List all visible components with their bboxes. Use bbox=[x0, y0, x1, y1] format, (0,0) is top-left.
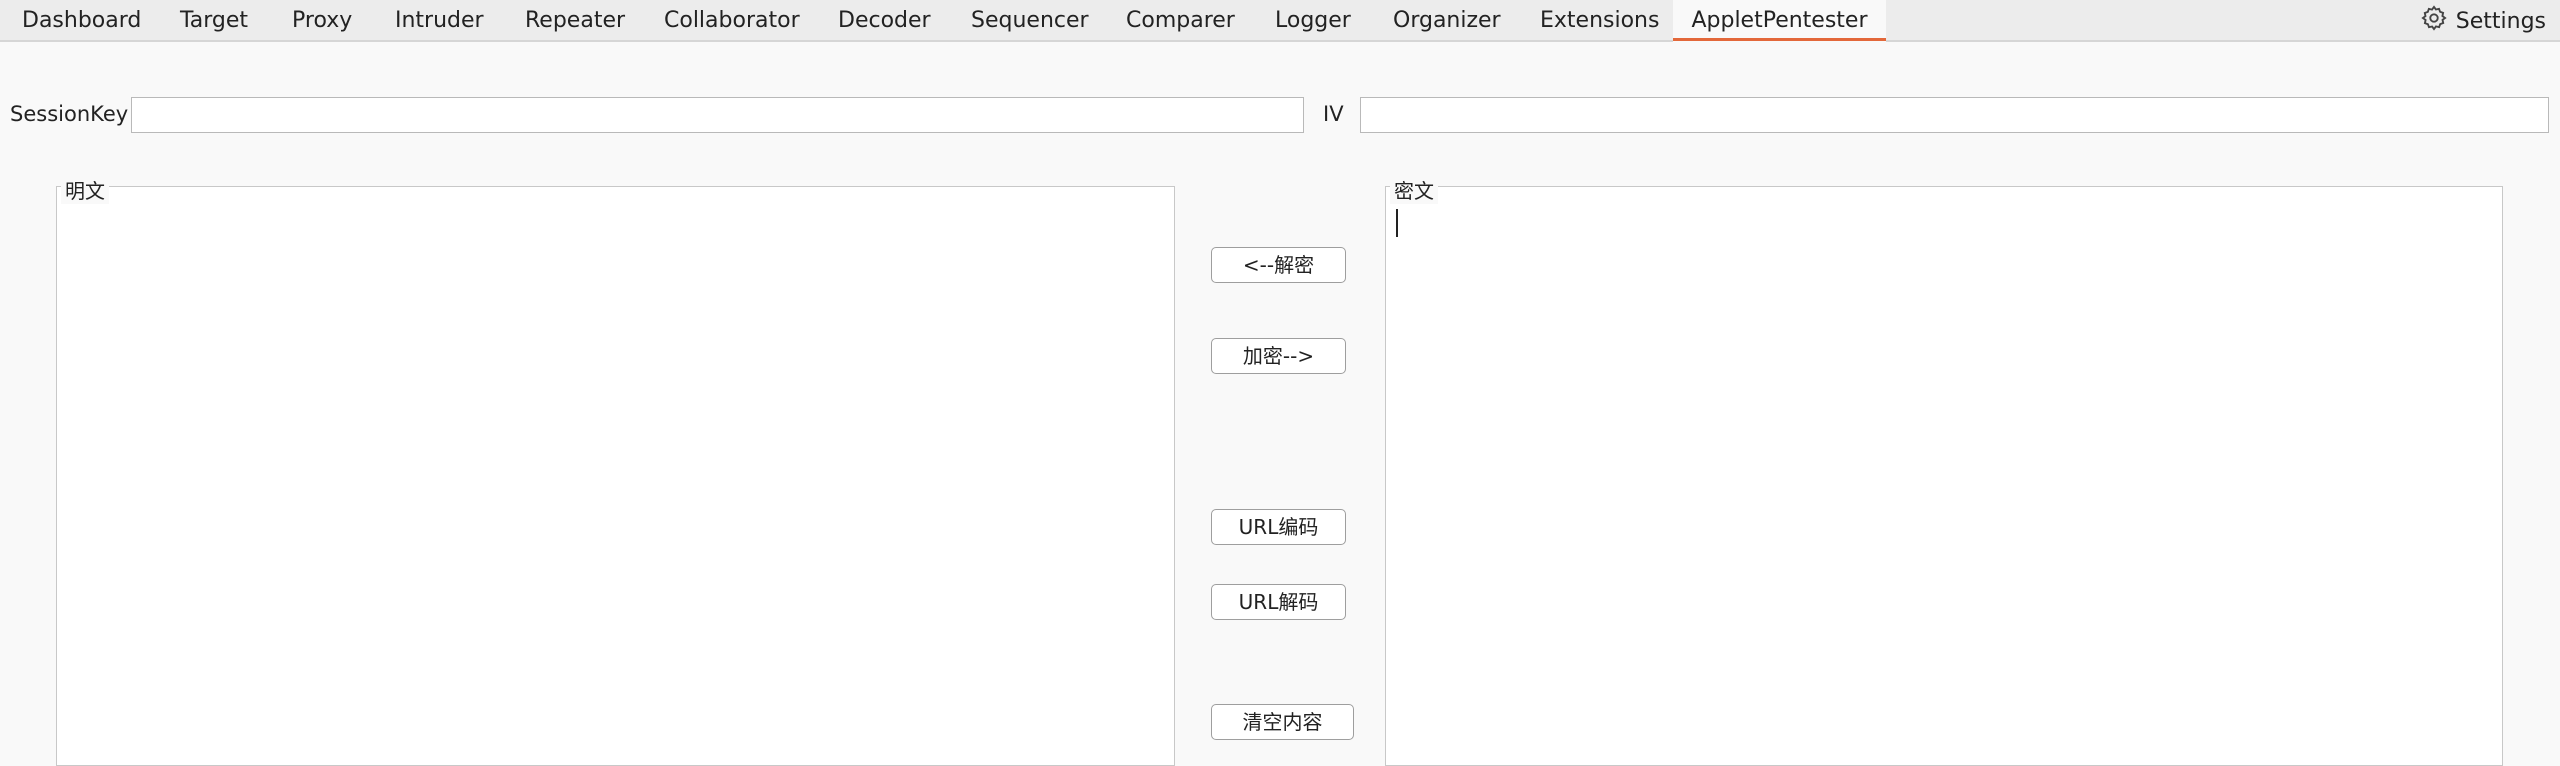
tab-bar: Dashboard Target Proxy Intruder Repeater… bbox=[0, 0, 2560, 42]
tab-logger[interactable]: Logger bbox=[1275, 0, 1351, 42]
url-decode-button[interactable]: URL解码 bbox=[1211, 584, 1346, 620]
settings-button[interactable]: Settings bbox=[2420, 0, 2546, 42]
tab-sequencer[interactable]: Sequencer bbox=[971, 0, 1089, 42]
gear-icon bbox=[2420, 4, 2448, 38]
sessionkey-input[interactable] bbox=[131, 97, 1304, 133]
tab-extensions[interactable]: Extensions bbox=[1540, 0, 1659, 42]
text-cursor bbox=[1396, 209, 1398, 237]
plaintext-textarea[interactable] bbox=[57, 187, 1174, 765]
clear-content-button[interactable]: 清空内容 bbox=[1211, 704, 1354, 740]
tab-proxy[interactable]: Proxy bbox=[292, 0, 352, 42]
ciphertext-panel: 密文 bbox=[1385, 175, 2503, 766]
tab-collaborator[interactable]: Collaborator bbox=[664, 0, 800, 42]
tab-intruder[interactable]: Intruder bbox=[395, 0, 484, 42]
settings-label: Settings bbox=[2455, 8, 2546, 34]
url-encode-button[interactable]: URL编码 bbox=[1211, 509, 1346, 545]
tab-comparer[interactable]: Comparer bbox=[1126, 0, 1235, 42]
iv-label: IV bbox=[1323, 102, 1344, 126]
plaintext-panel: 明文 bbox=[56, 175, 1175, 766]
tab-organizer[interactable]: Organizer bbox=[1393, 0, 1501, 42]
iv-input[interactable] bbox=[1360, 97, 2549, 133]
ciphertext-textarea[interactable] bbox=[1386, 187, 2502, 765]
active-tab-indicator bbox=[1673, 38, 1886, 41]
sessionkey-label: SessionKey bbox=[10, 102, 129, 126]
encrypt-button[interactable]: 加密--> bbox=[1211, 338, 1346, 374]
decrypt-button[interactable]: <--解密 bbox=[1211, 247, 1346, 283]
tab-target[interactable]: Target bbox=[180, 0, 248, 42]
tab-decoder[interactable]: Decoder bbox=[838, 0, 931, 42]
tab-repeater[interactable]: Repeater bbox=[525, 0, 625, 42]
tab-appletpentester[interactable]: AppletPentester bbox=[1673, 0, 1886, 42]
tab-dashboard[interactable]: Dashboard bbox=[22, 0, 141, 42]
